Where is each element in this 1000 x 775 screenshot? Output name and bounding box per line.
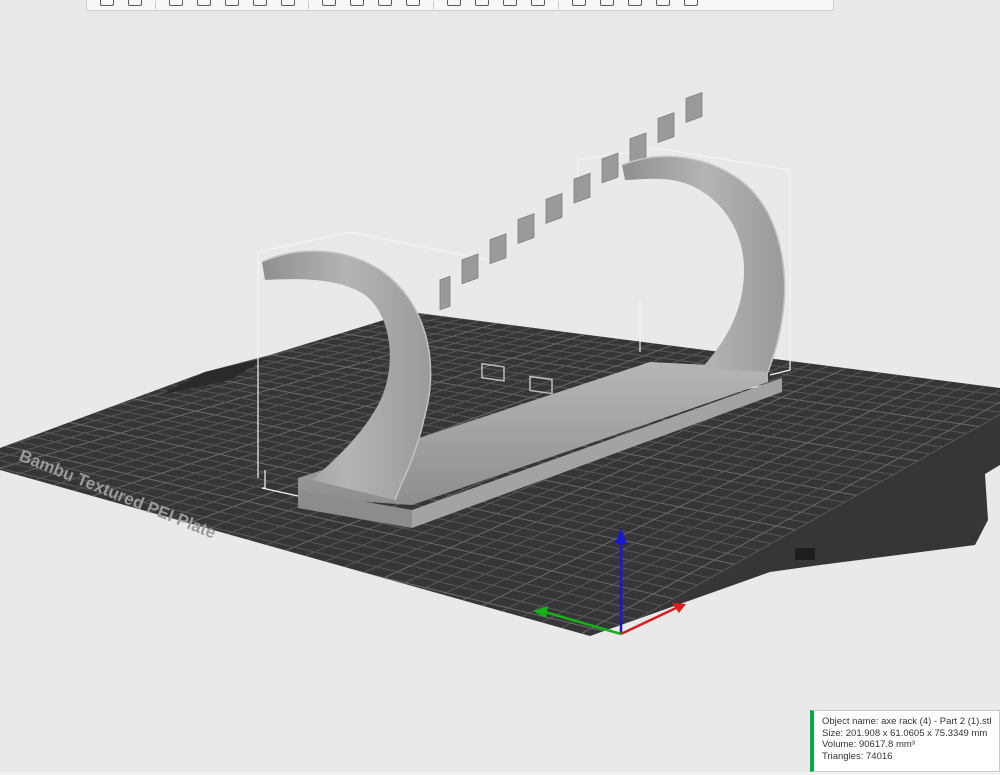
object-volume-label: Volume:: [822, 739, 857, 750]
object-name-row: Object name: axe rack (4) - Part 2 (1).s…: [822, 716, 999, 728]
toolbar-svg-button[interactable]: [649, 0, 677, 10]
svg-icon: [656, 0, 670, 6]
rotate-icon: [350, 0, 364, 6]
seam-paint-icon: [503, 0, 517, 6]
toolbar-assembly-button[interactable]: [677, 0, 705, 10]
support-paint-icon: [475, 0, 489, 6]
cut-icon: [447, 0, 461, 6]
split-objects-icon: [225, 0, 239, 6]
model-right-hook: [622, 156, 785, 372]
toolbar-split-parts-button[interactable]: [246, 0, 274, 10]
object-name-label: Object name:: [822, 716, 879, 727]
object-name-value: axe rack (4) - Part 2 (1).stl: [881, 716, 992, 727]
toolbar-separator: [558, 1, 559, 9]
measure-icon: [600, 0, 614, 6]
layers-icon: [281, 0, 295, 6]
split-parts-icon: [253, 0, 267, 6]
toolbar-split-objects-button[interactable]: [218, 0, 246, 10]
toolbar-separator: [433, 1, 434, 9]
model-embossed-text: [439, 91, 703, 311]
toolbar-separator: [308, 1, 309, 9]
object-triangles-row: Triangles: 74016: [822, 751, 999, 763]
color-paint-icon: [531, 0, 545, 6]
toolbar-add-button[interactable]: [93, 0, 121, 10]
arrange-icon: [197, 0, 211, 6]
toolbar-color-paint-button[interactable]: [524, 0, 552, 10]
toolbar-add-plate-button[interactable]: [121, 0, 149, 10]
toolbar-lay-on-face-button[interactable]: [399, 0, 427, 10]
object-size-row: Size: 201.908 x 61.0605 x 75.3349 mm: [822, 728, 999, 740]
object-triangles-value: 74016: [866, 750, 893, 762]
toolbar-scale-button[interactable]: [371, 0, 399, 10]
scale-icon: [378, 0, 392, 6]
3d-viewport[interactable]: Bambu Textured PEI Plate Object name: ax…: [0, 0, 1000, 775]
toolbar-support-paint-button[interactable]: [468, 0, 496, 10]
orient-icon: [169, 0, 183, 6]
object-triangles-label: Triangles:: [822, 750, 864, 762]
toolbar-separator: [155, 1, 156, 9]
assembly-icon: [684, 0, 698, 6]
text-icon: [628, 0, 642, 6]
object-size-value: 201.908 x 61.0605 x 75.3349 mm: [845, 727, 988, 739]
object-volume-row: Volume: 90617.8 mm³: [822, 739, 999, 751]
add-icon: [100, 0, 114, 6]
main-toolbar: [86, 0, 834, 11]
move-icon: [322, 0, 336, 6]
toolbar-cut-button[interactable]: [440, 0, 468, 10]
toolbar-rotate-button[interactable]: [343, 0, 371, 10]
toolbar-measure-button[interactable]: [593, 0, 621, 10]
build-scene[interactable]: Bambu Textured PEI Plate: [0, 0, 1000, 775]
object-volume-value: 90617.8 mm³: [858, 739, 915, 750]
toolbar-seam-paint-button[interactable]: [496, 0, 524, 10]
lay-on-face-icon: [406, 0, 420, 6]
toolbar-orient-button[interactable]: [162, 0, 190, 10]
plate-badge: [795, 548, 815, 560]
toolbar-mesh-boolean-button[interactable]: [565, 0, 593, 10]
object-size-label: Size:: [822, 727, 844, 739]
toolbar-move-button[interactable]: [315, 0, 343, 10]
object-info-panel: Object name: axe rack (4) - Part 2 (1).s…: [810, 710, 1000, 772]
mesh-boolean-icon: [572, 0, 586, 6]
add-plate-icon: [128, 0, 142, 6]
toolbar-arrange-button[interactable]: [190, 0, 218, 10]
toolbar-layers-button[interactable]: [274, 0, 302, 10]
toolbar-text-button[interactable]: [621, 0, 649, 10]
